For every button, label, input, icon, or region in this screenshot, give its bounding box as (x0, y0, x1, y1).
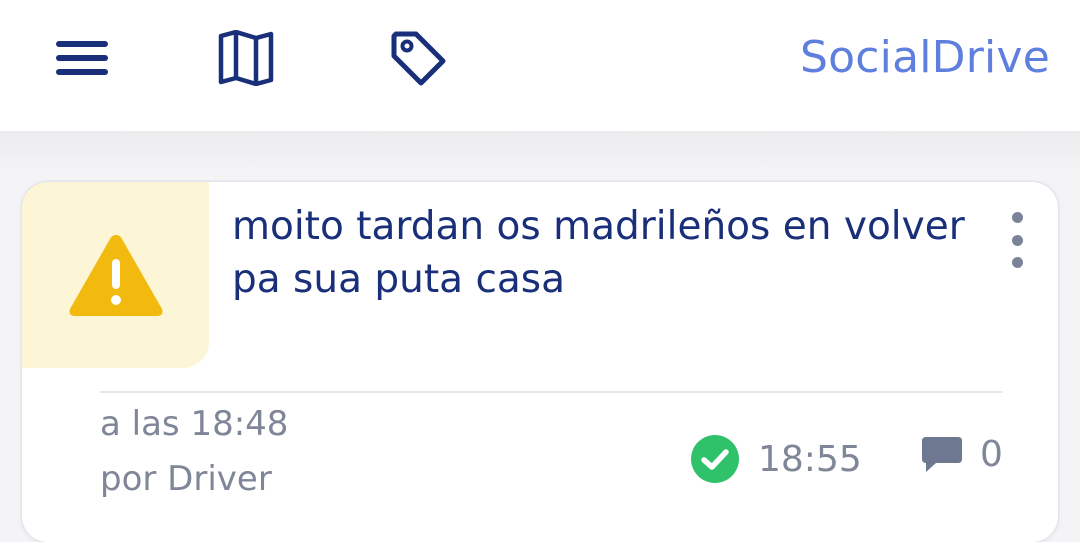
menu-button[interactable] (46, 22, 118, 94)
warning-triangle-icon (69, 235, 162, 316)
more-options-button[interactable] (1002, 212, 1032, 268)
brand-logo-text: SocialDrive (800, 32, 1050, 83)
comments-button[interactable]: 0 (920, 434, 1003, 475)
resolved-time: 18:55 (758, 438, 862, 480)
more-dot-icon (1011, 234, 1023, 246)
tag-button[interactable] (382, 22, 454, 94)
top-bar: SocialDrive (0, 0, 1080, 131)
check-circle-icon (691, 435, 739, 483)
comments-count: 0 (980, 434, 1003, 475)
resolved-status: 18:55 (690, 434, 862, 484)
hamburger-icon (56, 41, 108, 75)
comment-icon (922, 436, 962, 472)
more-dot-icon (1011, 212, 1023, 223)
map-icon (218, 30, 274, 86)
alert-author: por Driver (100, 459, 272, 499)
tag-icon (391, 31, 446, 86)
alert-time: a las 18:48 (100, 404, 289, 444)
alert-type-badge (22, 182, 209, 368)
alert-card[interactable]: moito tardan os madrileños en volver pa … (22, 182, 1058, 542)
header-shadow (0, 131, 1080, 171)
more-dot-icon (1011, 257, 1023, 268)
map-button[interactable] (210, 22, 282, 94)
alert-message: moito tardan os madrileños en volver pa … (232, 204, 965, 302)
divider (100, 391, 1003, 393)
